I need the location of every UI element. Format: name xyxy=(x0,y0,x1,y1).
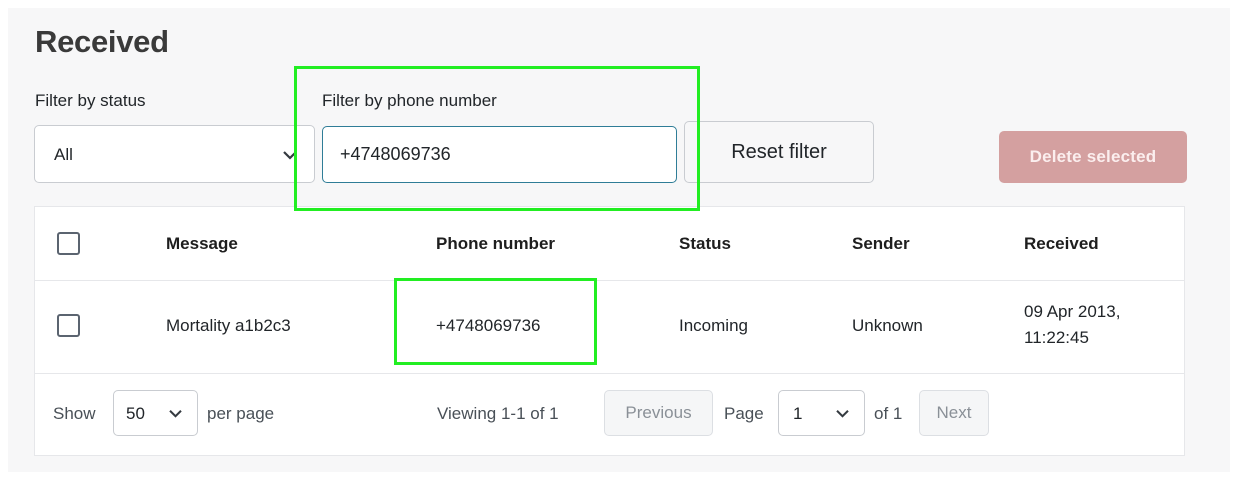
per-page-label: per page xyxy=(207,404,275,423)
row-divider xyxy=(35,373,1184,374)
status-filter-select[interactable]: All xyxy=(34,125,315,183)
delete-selected-button[interactable]: Delete selected xyxy=(999,131,1187,183)
per-page-select[interactable]: 50 xyxy=(113,390,198,436)
previous-page-button[interactable]: Previous xyxy=(604,390,713,436)
column-header-sender: Sender xyxy=(852,234,910,253)
page-value: 1 xyxy=(793,404,803,423)
show-label: Show xyxy=(53,404,96,423)
header-divider xyxy=(35,280,1184,281)
cell-received-time: 11:22:45 xyxy=(1024,328,1089,347)
cell-received-date: 09 Apr 2013, xyxy=(1024,302,1121,321)
page-title: Received xyxy=(35,24,169,59)
next-page-button[interactable]: Next xyxy=(919,390,989,436)
reset-filter-button[interactable]: Reset filter xyxy=(684,121,874,183)
highlight-box xyxy=(294,66,700,211)
row-checkbox[interactable] xyxy=(57,314,80,337)
column-header-phone: Phone number xyxy=(436,234,556,253)
page-total: of 1 xyxy=(874,404,903,423)
status-filter-value: All xyxy=(54,145,73,164)
select-all-checkbox[interactable] xyxy=(57,232,80,255)
cell-status: Incoming xyxy=(679,316,748,335)
chevron-down-icon xyxy=(836,410,849,418)
column-header-received: Received xyxy=(1024,234,1099,253)
cell-sender: Unknown xyxy=(852,316,923,335)
highlight-box xyxy=(394,278,597,365)
viewing-count: Viewing 1-1 of 1 xyxy=(437,404,559,423)
status-filter-label: Filter by status xyxy=(35,91,146,110)
cell-message: Mortality a1b2c3 xyxy=(166,316,291,335)
page-select[interactable]: 1 xyxy=(778,390,865,436)
chevron-down-icon xyxy=(169,410,182,418)
page-label: Page xyxy=(724,404,764,423)
column-header-message: Message xyxy=(166,234,238,253)
per-page-value: 50 xyxy=(126,404,145,423)
column-header-status: Status xyxy=(679,234,731,253)
